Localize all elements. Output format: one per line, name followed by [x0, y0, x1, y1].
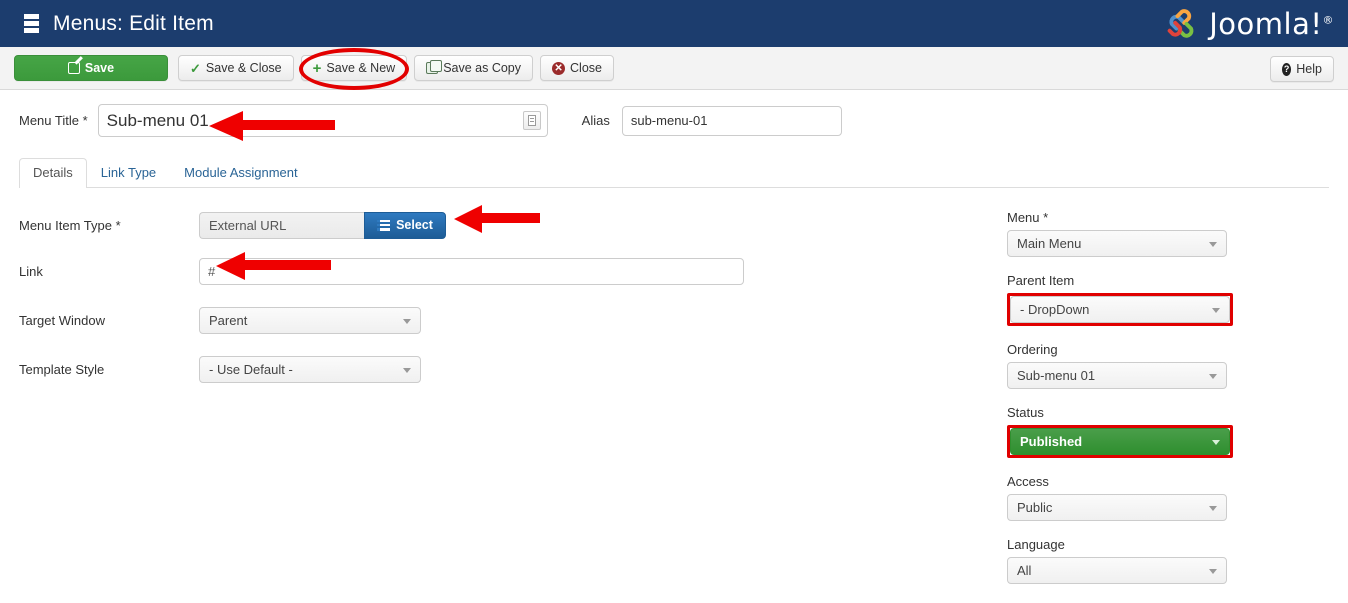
save-and-new-label: Save & New	[326, 61, 395, 75]
language-select[interactable]: All	[1007, 557, 1227, 584]
chevron-down-icon	[1209, 506, 1217, 511]
edit-icon	[68, 62, 80, 74]
chevron-down-icon	[1212, 440, 1220, 445]
joomla-logo-mark	[1164, 6, 1200, 42]
parent-item-field: Parent Item - DropDown	[1007, 273, 1330, 326]
ordering-label: Ordering	[1007, 342, 1330, 357]
plus-icon: +	[313, 61, 322, 76]
save-as-copy-label: Save as Copy	[443, 61, 521, 75]
grid-icon[interactable]	[19, 14, 39, 33]
chevron-down-icon	[1209, 374, 1217, 379]
check-icon: ✓	[190, 62, 201, 75]
template-style-select[interactable]: - Use Default -	[199, 356, 421, 383]
target-window-value: Parent	[209, 313, 247, 328]
alias-input[interactable]	[622, 106, 842, 136]
help-icon: ?	[1282, 63, 1291, 76]
select-button-label: Select	[396, 218, 433, 232]
menu-item-type-label: Menu Item Type *	[19, 218, 199, 233]
page-title: Menus: Edit Item	[53, 12, 214, 36]
tab-bar: Details Link Type Module Assignment	[19, 158, 1329, 188]
parent-item-label: Parent Item	[1007, 273, 1330, 288]
app-header: Menus: Edit Item Joomla!®	[0, 0, 1348, 47]
menu-title-label: Menu Title *	[19, 113, 88, 128]
parent-item-select[interactable]: - DropDown	[1010, 296, 1230, 323]
menu-title-input[interactable]	[98, 104, 548, 137]
chevron-down-icon	[1209, 569, 1217, 574]
save-button[interactable]: Save	[14, 55, 168, 81]
joomla-mark-svg	[1164, 6, 1200, 42]
tab-module-assignment[interactable]: Module Assignment	[170, 158, 311, 188]
status-field: Status Published	[1007, 405, 1330, 458]
chevron-down-icon	[403, 368, 411, 373]
parent-item-highlight: - DropDown	[1007, 293, 1233, 326]
note-icon[interactable]	[523, 111, 541, 130]
ordering-field: Ordering Sub-menu 01	[1007, 342, 1330, 389]
link-row: Link	[19, 256, 1000, 286]
list-icon	[377, 220, 390, 231]
link-label: Link	[19, 264, 199, 279]
joomla-wordmark: Joomla!®	[1209, 7, 1334, 41]
close-button-label: Close	[570, 61, 602, 75]
select-menu-item-type-button[interactable]: Select	[364, 212, 446, 239]
menu-item-type-value: External URL	[199, 212, 364, 239]
save-and-close-button[interactable]: ✓ Save & Close	[178, 55, 294, 81]
joomla-brand-text: Joomla!	[1209, 7, 1322, 41]
target-window-row: Target Window Parent	[19, 305, 1000, 335]
target-window-label: Target Window	[19, 313, 199, 328]
chevron-down-icon	[1212, 308, 1220, 313]
target-window-select[interactable]: Parent	[199, 307, 421, 334]
copy-icon	[426, 62, 438, 74]
form-right-column: Menu * Main Menu Parent Item - DropDown …	[1000, 210, 1330, 600]
ordering-value: Sub-menu 01	[1017, 368, 1095, 383]
access-field: Access Public	[1007, 474, 1330, 521]
template-style-value: - Use Default -	[209, 362, 293, 377]
form-area: Menu Item Type * External URL Select Lin…	[0, 188, 1348, 600]
status-highlight: Published	[1007, 425, 1233, 458]
form-left-column: Menu Item Type * External URL Select Lin…	[0, 210, 1000, 600]
close-button[interactable]: ✕ Close	[540, 55, 614, 81]
language-label: Language	[1007, 537, 1330, 552]
menu-field: Menu * Main Menu	[1007, 210, 1330, 257]
close-icon: ✕	[552, 62, 565, 75]
menu-item-type-control: External URL Select	[199, 212, 446, 239]
help-button-label: Help	[1296, 62, 1322, 76]
help-button[interactable]: ? Help	[1270, 56, 1334, 82]
tab-link-type[interactable]: Link Type	[87, 158, 170, 188]
toolbar: Save ✓ Save & Close + Save & New Save as…	[0, 47, 1348, 90]
ordering-select[interactable]: Sub-menu 01	[1007, 362, 1227, 389]
chevron-down-icon	[1209, 242, 1217, 247]
template-style-label: Template Style	[19, 362, 199, 377]
language-field: Language All	[1007, 537, 1330, 584]
menu-label: Menu *	[1007, 210, 1330, 225]
content-area: Menu Title * Alias Details Link Type Mod…	[0, 90, 1348, 600]
menu-title-field-wrap	[98, 104, 548, 137]
chevron-down-icon	[403, 319, 411, 324]
save-and-close-label: Save & Close	[206, 61, 282, 75]
access-select[interactable]: Public	[1007, 494, 1227, 521]
joomla-logo: Joomla!®	[1164, 6, 1334, 42]
title-row: Menu Title * Alias	[0, 90, 1348, 137]
save-and-new-button[interactable]: + Save & New	[301, 55, 408, 81]
language-value: All	[1017, 563, 1031, 578]
link-input[interactable]	[199, 258, 744, 285]
tab-details[interactable]: Details	[19, 158, 87, 188]
status-select[interactable]: Published	[1010, 428, 1230, 455]
menu-item-type-row: Menu Item Type * External URL Select	[19, 210, 1000, 240]
status-label: Status	[1007, 405, 1330, 420]
joomla-registered-mark: ®	[1323, 13, 1335, 26]
template-style-row: Template Style - Use Default -	[19, 354, 1000, 384]
menu-select[interactable]: Main Menu	[1007, 230, 1227, 257]
menu-value: Main Menu	[1017, 236, 1081, 251]
save-button-label: Save	[85, 61, 114, 75]
access-label: Access	[1007, 474, 1330, 489]
access-value: Public	[1017, 500, 1052, 515]
save-as-copy-button[interactable]: Save as Copy	[414, 55, 533, 81]
alias-label: Alias	[582, 113, 610, 128]
